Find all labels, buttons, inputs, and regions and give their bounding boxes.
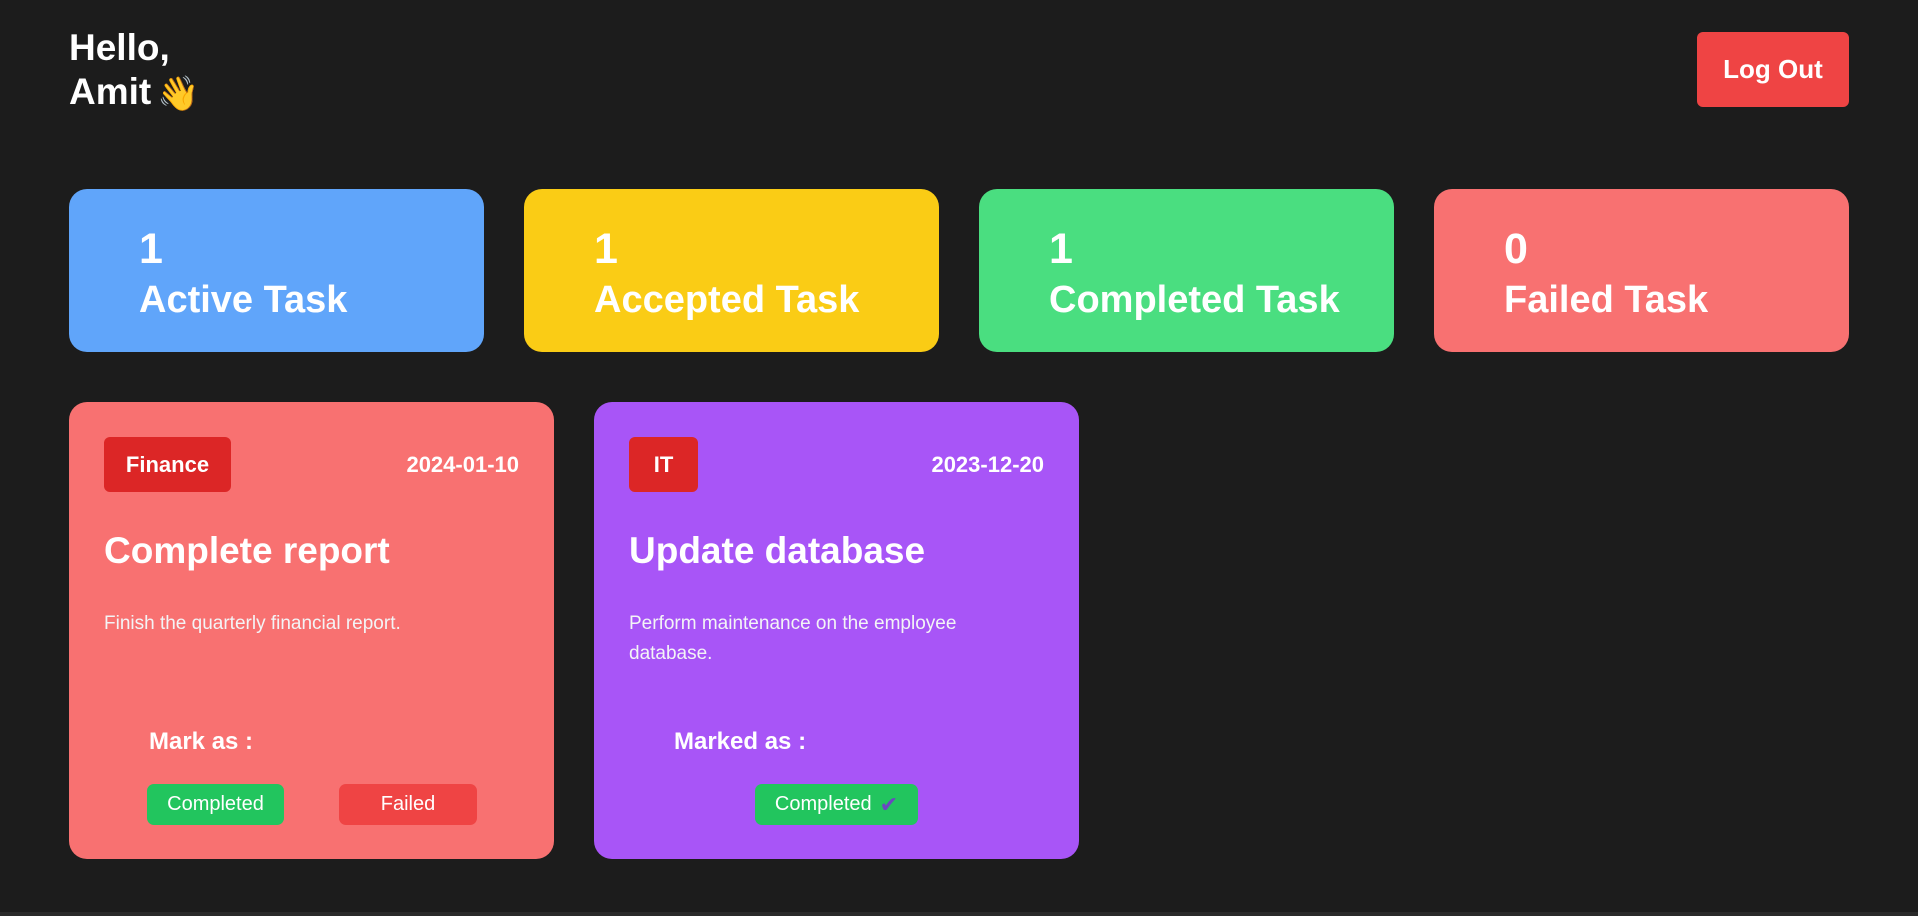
stat-card-active: 1 Active Task (69, 189, 484, 352)
task-date: 2024-01-10 (406, 452, 519, 477)
stat-label: Active Task (139, 279, 348, 321)
stat-label: Completed Task (1049, 279, 1340, 321)
check-icon: ✔ (879, 791, 899, 817)
task-card-it: IT 2023-12-20 Update database Perform ma… (594, 402, 1079, 859)
stat-count: 1 (1049, 225, 1073, 273)
task-description: Perform maintenance on the employee data… (629, 613, 957, 664)
user-name: Amit (69, 71, 152, 112)
stat-count: 1 (594, 225, 618, 273)
mark-failed-button[interactable]: Failed (339, 784, 477, 825)
task-card-finance: Finance 2024-01-10 Complete report Finis… (69, 402, 554, 859)
header: Hello, Amit 👋 Log Out (69, 26, 1849, 116)
stat-count: 1 (139, 225, 163, 273)
completed-status-label: Completed (774, 793, 872, 815)
completed-status-badge: Completed ✔ (755, 784, 918, 825)
stat-count: 0 (1504, 225, 1528, 273)
divider (0, 912, 1918, 916)
category-badge: Finance (104, 437, 231, 492)
task-description: Finish the quarterly financial report. (104, 613, 401, 634)
category-badge: IT (629, 437, 698, 492)
greeting-hello: Hello, (69, 27, 170, 68)
greeting-name-line: Amit 👋 (69, 70, 200, 116)
task-list: Finance 2024-01-10 Complete report Finis… (69, 402, 1169, 859)
logout-button[interactable]: Log Out (1697, 32, 1849, 107)
stats-row: 1 Active Task 1 Accepted Task 1 Complete… (69, 189, 1849, 352)
stat-label: Accepted Task (594, 279, 860, 321)
stat-card-failed: 0 Failed Task (1434, 189, 1849, 352)
task-date: 2023-12-20 (931, 452, 1044, 477)
stat-card-completed: 1 Completed Task (979, 189, 1394, 352)
task-title: Update database (629, 530, 926, 571)
mark-completed-button[interactable]: Completed (147, 784, 284, 825)
marked-as-label: Marked as : (674, 728, 807, 755)
dashboard: Hello, Amit 👋 Log Out 1 Active Task 1 Acc… (0, 0, 1918, 916)
mark-as-label: Mark as : (149, 728, 254, 755)
stat-label: Failed Task (1504, 279, 1709, 321)
wave-hand-icon: 👋 (157, 75, 200, 114)
stat-card-accepted: 1 Accepted Task (524, 189, 939, 352)
task-title: Complete report (104, 530, 390, 571)
greeting: Hello, Amit 👋 (69, 26, 200, 116)
